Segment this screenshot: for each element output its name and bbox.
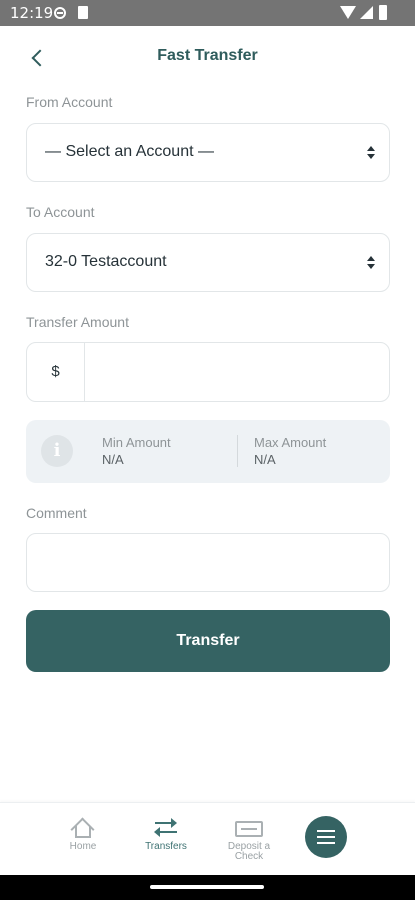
menu-button[interactable] xyxy=(305,816,347,858)
hamburger-bar xyxy=(317,836,335,838)
app-header: Fast Transfer xyxy=(0,26,415,86)
from-account-label: From Account xyxy=(26,94,113,110)
system-gesture-bar xyxy=(0,875,415,900)
amount-limits-panel: i Min Amount N/A Max Amount N/A xyxy=(26,420,390,483)
wifi-icon xyxy=(340,6,356,19)
comment-label: Comment xyxy=(26,505,87,521)
transfer-arrows-icon xyxy=(153,817,179,839)
min-amount-value: N/A xyxy=(102,452,124,467)
signal-icon xyxy=(360,6,373,19)
status-time: 12:19 xyxy=(10,4,54,22)
hamburger-bar xyxy=(317,842,335,844)
select-arrows-icon xyxy=(367,256,375,270)
status-bar: 12:19 xyxy=(0,0,415,26)
divider xyxy=(237,435,238,467)
currency-symbol: $ xyxy=(27,343,85,401)
home-gesture-handle[interactable] xyxy=(150,885,264,889)
battery-icon xyxy=(379,5,387,20)
nav-label-home: Home xyxy=(69,841,97,852)
max-amount-label: Max Amount xyxy=(254,435,327,450)
nav-label-transfers: Transfers xyxy=(145,841,187,852)
from-account-select[interactable]: — Select an Account — xyxy=(26,123,390,182)
transfer-button[interactable]: Transfer xyxy=(26,610,390,672)
nav-label-deposit-check: Deposit a Check xyxy=(227,841,271,862)
bottom-navigation: Home Transfers Deposit a Check xyxy=(0,802,415,875)
info-icon: i xyxy=(41,435,73,467)
max-amount: Max Amount N/A xyxy=(254,435,326,467)
comment-field xyxy=(26,533,390,592)
nav-item-deposit-check[interactable]: Deposit a Check xyxy=(214,817,284,862)
transfer-amount-field: $ xyxy=(26,342,390,402)
to-account-label: To Account xyxy=(26,204,95,220)
globe-icon xyxy=(54,7,66,19)
min-amount: Min Amount N/A xyxy=(102,435,171,467)
amount-input[interactable] xyxy=(85,343,389,401)
from-account-value: — Select an Account — xyxy=(45,143,214,160)
to-account-select[interactable]: 32-0 Testaccount xyxy=(26,233,390,292)
nav-item-transfers[interactable]: Transfers xyxy=(131,817,201,852)
max-amount-value: N/A xyxy=(254,452,276,467)
home-icon xyxy=(70,817,96,842)
page-title: Fast Transfer xyxy=(157,47,258,64)
hamburger-menu-icon xyxy=(317,830,335,832)
transfer-amount-label: Transfer Amount xyxy=(26,314,129,330)
check-icon xyxy=(235,817,263,839)
min-amount-label: Min Amount xyxy=(102,435,171,450)
select-arrows-icon xyxy=(367,146,375,160)
to-account-value: 32-0 Testaccount xyxy=(45,253,167,270)
comment-input[interactable] xyxy=(27,534,389,591)
sd-card-icon xyxy=(78,6,88,19)
nav-item-home[interactable]: Home xyxy=(48,817,118,852)
